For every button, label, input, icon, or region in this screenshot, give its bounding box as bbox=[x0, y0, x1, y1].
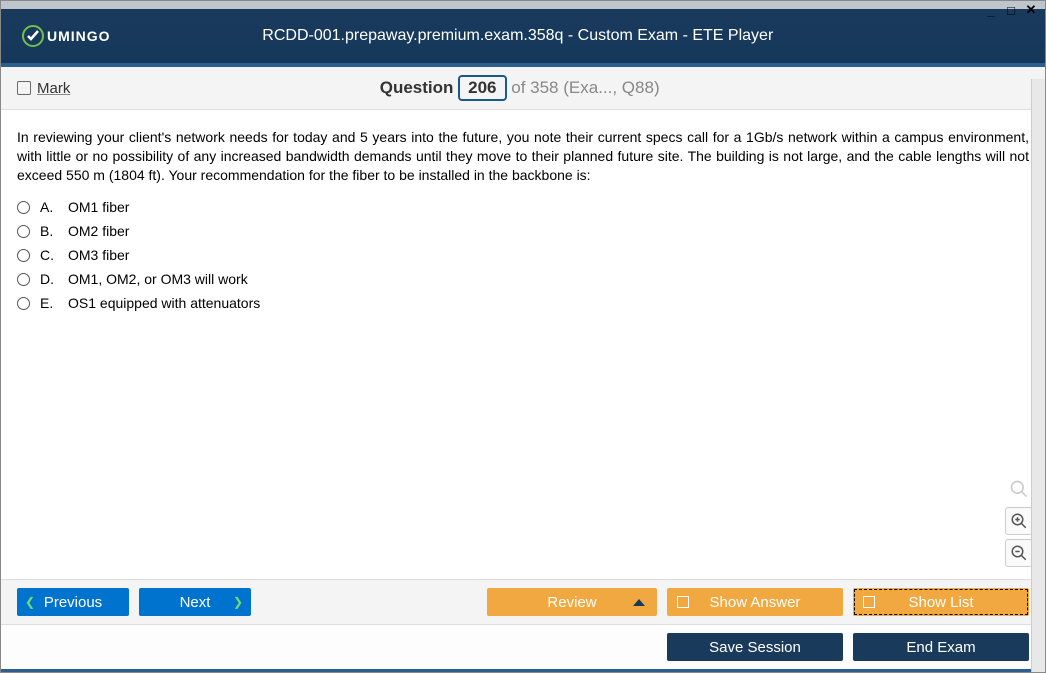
mark-checkbox-wrap[interactable]: Mark bbox=[17, 80, 70, 97]
minimize-button[interactable]: _ bbox=[983, 3, 999, 17]
option-text: OM1, OM2, or OM3 will work bbox=[68, 271, 248, 287]
logo-check-icon bbox=[21, 24, 45, 48]
option-b[interactable]: B. OM2 fiber bbox=[17, 223, 1029, 239]
show-list-button[interactable]: Show List bbox=[853, 588, 1029, 616]
checkbox-icon bbox=[677, 596, 689, 608]
option-e[interactable]: E. OS1 equipped with attenuators bbox=[17, 295, 1029, 311]
mark-checkbox[interactable] bbox=[17, 81, 31, 95]
zoom-out-button[interactable] bbox=[1005, 539, 1033, 567]
previous-label: Previous bbox=[44, 594, 102, 611]
radio-icon[interactable] bbox=[17, 249, 30, 262]
question-number: 206 bbox=[458, 75, 506, 101]
save-session-label: Save Session bbox=[709, 639, 801, 656]
footer: ❮ Previous Next ❯ Review Show Answer Sho… bbox=[1, 579, 1045, 672]
option-text: OS1 equipped with attenuators bbox=[68, 295, 260, 311]
next-button[interactable]: Next ❯ bbox=[139, 588, 251, 616]
scrollbar[interactable] bbox=[1031, 79, 1045, 672]
option-letter: D. bbox=[40, 271, 58, 287]
bottom-border bbox=[1, 669, 1045, 672]
options-list: A. OM1 fiber B. OM2 fiber C. OM3 fiber D… bbox=[17, 199, 1029, 311]
question-info: Question 206 of 358 (Exa..., Q88) bbox=[70, 75, 969, 101]
question-word: Question bbox=[380, 78, 454, 97]
mark-label: Mark bbox=[37, 80, 70, 97]
end-exam-label: End Exam bbox=[906, 639, 975, 656]
option-letter: C. bbox=[40, 247, 58, 263]
show-answer-label: Show Answer bbox=[710, 594, 801, 611]
footer-row-nav: ❮ Previous Next ❯ Review Show Answer Sho… bbox=[1, 579, 1045, 624]
zoom-in-button[interactable] bbox=[1005, 507, 1033, 535]
chevron-left-icon: ❮ bbox=[25, 595, 35, 609]
option-letter: E. bbox=[40, 295, 58, 311]
triangle-up-icon bbox=[633, 599, 645, 606]
save-session-button[interactable]: Save Session bbox=[667, 633, 843, 661]
review-label: Review bbox=[547, 594, 596, 611]
review-button[interactable]: Review bbox=[487, 588, 657, 616]
zoom-tools bbox=[1005, 475, 1033, 567]
logo-text: UMINGO bbox=[47, 28, 111, 44]
close-button[interactable]: ✕ bbox=[1023, 3, 1039, 17]
end-exam-button[interactable]: End Exam bbox=[853, 633, 1029, 661]
option-text: OM1 fiber bbox=[68, 199, 129, 215]
logo: UMINGO bbox=[21, 24, 111, 48]
question-text: In reviewing your client's network needs… bbox=[17, 128, 1029, 185]
maximize-button[interactable]: □ bbox=[1003, 3, 1019, 17]
footer-row-session: Save Session End Exam bbox=[1, 624, 1045, 669]
radio-icon[interactable] bbox=[17, 225, 30, 238]
radio-icon[interactable] bbox=[17, 201, 30, 214]
show-list-label: Show List bbox=[908, 594, 973, 611]
question-content: In reviewing your client's network needs… bbox=[1, 110, 1045, 579]
option-a[interactable]: A. OM1 fiber bbox=[17, 199, 1029, 215]
option-letter: B. bbox=[40, 223, 58, 239]
window-controls: _ □ ✕ bbox=[983, 3, 1039, 17]
radio-icon[interactable] bbox=[17, 297, 30, 310]
window-title: RCDD-001.prepaway.premium.exam.358q - Cu… bbox=[111, 27, 925, 45]
zoom-reset-icon[interactable] bbox=[1005, 475, 1033, 503]
option-text: OM3 fiber bbox=[68, 247, 129, 263]
previous-button[interactable]: ❮ Previous bbox=[17, 588, 129, 616]
option-letter: A. bbox=[40, 199, 58, 215]
show-answer-button[interactable]: Show Answer bbox=[667, 588, 843, 616]
radio-icon[interactable] bbox=[17, 273, 30, 286]
question-of-text: of 358 (Exa..., Q88) bbox=[511, 78, 659, 97]
header: UMINGO RCDD-001.prepaway.premium.exam.35… bbox=[1, 1, 1045, 63]
option-c[interactable]: C. OM3 fiber bbox=[17, 247, 1029, 263]
option-d[interactable]: D. OM1, OM2, or OM3 will work bbox=[17, 271, 1029, 287]
next-label: Next bbox=[180, 594, 211, 611]
chevron-right-icon: ❯ bbox=[233, 595, 243, 609]
sub-header: Mark Question 206 of 358 (Exa..., Q88) bbox=[1, 63, 1045, 110]
app-window: _ □ ✕ UMINGO RCDD-001.prepaway.premium.e… bbox=[0, 0, 1046, 673]
option-text: OM2 fiber bbox=[68, 223, 129, 239]
checkbox-icon bbox=[863, 596, 875, 608]
